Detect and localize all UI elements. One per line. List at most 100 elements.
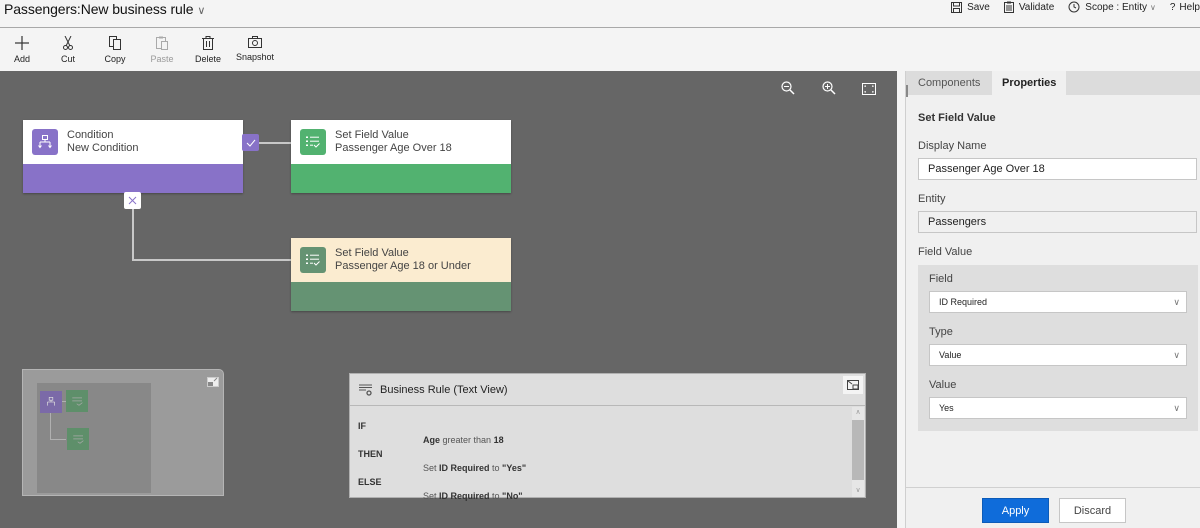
true-branch-connector	[259, 142, 291, 144]
else-keyword: ELSE	[358, 477, 382, 487]
text-view-title: Business Rule (Text View)	[380, 384, 508, 396]
chevron-down-icon: ∨	[1150, 2, 1156, 12]
divider	[906, 487, 1200, 488]
x-icon	[128, 196, 137, 205]
discard-button[interactable]: Discard	[1059, 498, 1126, 523]
node-name: Passenger Age 18 or Under	[335, 260, 471, 272]
fit-to-screen-button[interactable]	[862, 82, 876, 100]
field-value-label: Field Value	[918, 246, 973, 258]
scrollbar-thumb[interactable]	[852, 420, 864, 480]
minimap[interactable]	[22, 369, 224, 496]
add-label: Add	[13, 54, 30, 64]
minimap-action-icon	[67, 428, 89, 450]
value-label: Value	[929, 379, 957, 391]
true-branch-badge[interactable]	[242, 134, 259, 151]
help-button[interactable]: ? Help	[1170, 2, 1200, 13]
header: Passengers:New business rule ∨ Save Valid…	[0, 0, 1200, 28]
chevron-down-icon: ∨	[1173, 403, 1180, 413]
tab-components[interactable]: Components	[908, 71, 990, 95]
type-select[interactable]: Value ∨	[929, 344, 1187, 366]
copy-button[interactable]: Copy	[92, 36, 138, 64]
apply-button[interactable]: Apply	[982, 498, 1049, 523]
node-type: Set Field Value	[335, 129, 409, 141]
properties-panel: Components Properties Set Field Value Di…	[905, 71, 1200, 528]
set-field-value-node-false[interactable]: Set Field Value Passenger Age 18 or Unde…	[291, 238, 511, 311]
field-select[interactable]: ID Required ∨	[929, 291, 1187, 313]
field-value-group: Field ID Required ∨ Type Value ∨ Value Y…	[918, 265, 1198, 431]
clock-icon	[1068, 1, 1080, 13]
section-title: Set Field Value	[918, 112, 996, 124]
zoom-in-button[interactable]	[822, 81, 836, 100]
display-name-label: Display Name	[918, 140, 987, 152]
save-label: Save	[967, 1, 990, 13]
header-actions: Save Validate Scope : Entity ∨ ? Help	[937, 0, 1200, 14]
display-name-field[interactable]: Passenger Age Over 18	[918, 158, 1197, 180]
minimap-toggle-button[interactable]	[207, 374, 219, 392]
false-branch-badge[interactable]	[124, 192, 141, 209]
minimap-action-icon	[66, 390, 88, 412]
designer-canvas[interactable]: Condition New Condition Set Field Value …	[0, 71, 897, 528]
zoom-out-icon	[781, 81, 795, 95]
then-statement: Set ID Required to "Yes"	[423, 463, 527, 473]
panel-tabs: Components Properties	[906, 71, 1200, 95]
save-icon	[951, 1, 963, 13]
check-icon	[246, 139, 255, 147]
page-title[interactable]: Passengers:New business rule ∨	[4, 1, 205, 17]
condition-statement: Age greater than 18	[423, 435, 504, 445]
panel-resize-handle[interactable]	[906, 85, 908, 97]
copy-icon	[109, 36, 121, 50]
text-view-scrollbar[interactable]: ∧ ∨	[852, 407, 864, 497]
type-label: Type	[929, 326, 953, 338]
add-button[interactable]: Add	[0, 36, 45, 64]
fit-screen-icon	[862, 83, 876, 95]
tab-properties[interactable]: Properties	[992, 71, 1067, 95]
delete-button[interactable]: Delete	[185, 36, 231, 64]
trash-icon	[202, 36, 214, 50]
text-view-collapse-button[interactable]	[843, 376, 863, 394]
node-name: New Condition	[67, 142, 139, 154]
save-button[interactable]: Save	[951, 1, 990, 13]
copy-label: Copy	[104, 54, 126, 64]
node-type: Set Field Value	[335, 247, 409, 259]
clipboard-check-icon	[1003, 1, 1014, 13]
list-check-icon	[300, 129, 326, 155]
paste-label: Paste	[150, 54, 174, 64]
scroll-up-icon[interactable]: ∧	[852, 407, 864, 419]
validate-button[interactable]: Validate	[1003, 1, 1054, 13]
field-label: Field	[929, 273, 953, 285]
scroll-down-icon[interactable]: ∨	[852, 485, 864, 497]
help-icon: ?	[1169, 1, 1176, 13]
minimap-viewport[interactable]	[37, 383, 151, 493]
snapshot-button[interactable]: Snapshot	[232, 36, 278, 62]
help-label: Help	[1179, 1, 1200, 13]
text-view-panel: Business Rule (Text View) IF Age greater…	[349, 373, 866, 501]
cut-label: Cut	[60, 54, 75, 64]
rule-name: New business rule	[80, 1, 194, 17]
false-branch-connector-vertical	[132, 209, 134, 261]
node-name: Passenger Age Over 18	[335, 142, 452, 154]
minimap-toggle-icon	[207, 377, 219, 387]
value-select[interactable]: Yes ∨	[929, 397, 1187, 419]
snapshot-label: Snapshot	[235, 52, 275, 62]
paste-icon	[156, 36, 168, 50]
node-footer	[291, 282, 511, 311]
if-keyword: IF	[358, 421, 366, 431]
zoom-out-button[interactable]	[781, 81, 795, 100]
false-branch-connector-horizontal	[132, 259, 291, 261]
set-field-value-node-true[interactable]: Set Field Value Passenger Age Over 18	[291, 120, 511, 193]
camera-icon	[248, 36, 262, 48]
cut-button[interactable]: Cut	[45, 36, 91, 64]
chevron-down-icon[interactable]: ∨	[197, 4, 205, 17]
node-type: Condition	[67, 129, 114, 141]
paste-button[interactable]: Paste	[139, 36, 185, 64]
collapse-panel-icon	[847, 380, 859, 390]
scope-value: Entity	[1121, 1, 1147, 13]
field-select-value: ID Required	[939, 297, 988, 307]
node-footer	[23, 164, 243, 193]
else-statement: Set ID Required to "No"	[423, 491, 523, 501]
scope-dropdown[interactable]: Scope : Entity ∨	[1068, 1, 1156, 13]
condition-icon	[32, 129, 58, 155]
zoom-in-icon	[822, 81, 836, 95]
scope-label: Scope :	[1085, 1, 1120, 13]
condition-node[interactable]: Condition New Condition	[23, 120, 243, 193]
